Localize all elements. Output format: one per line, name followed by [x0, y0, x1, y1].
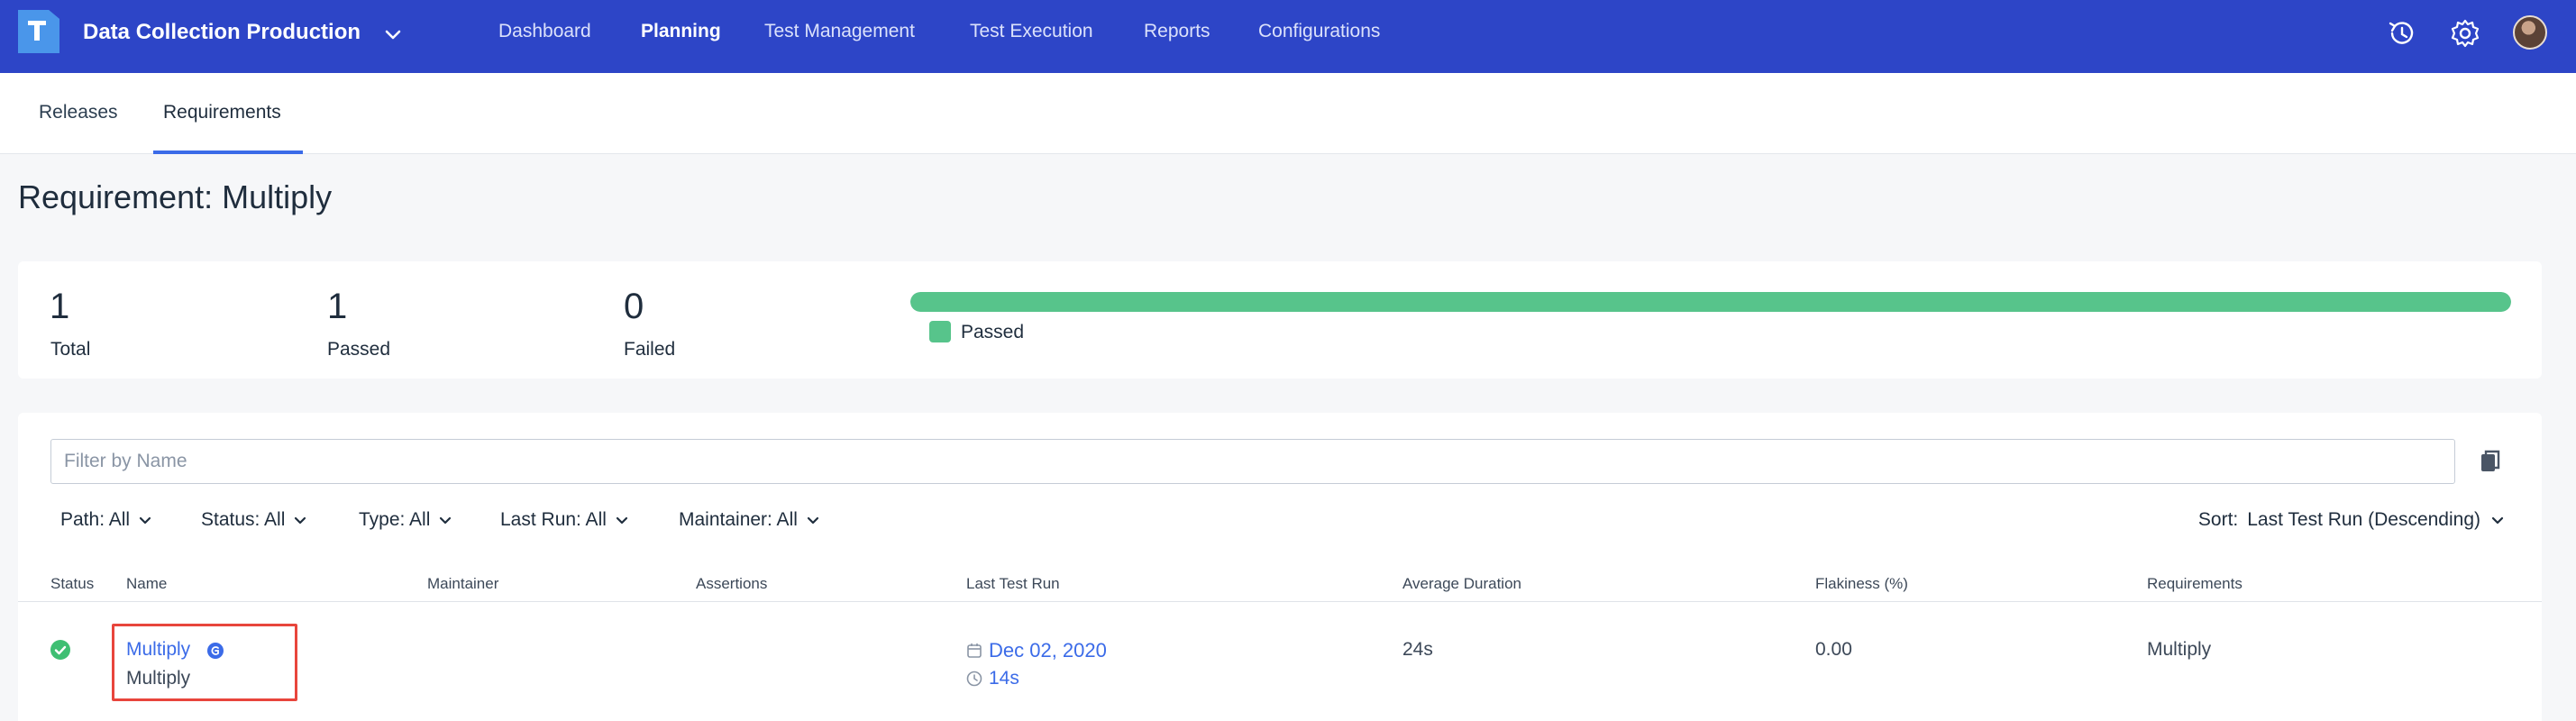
column-header-maintainer[interactable]: Maintainer [427, 575, 498, 593]
pass-progress-bar [910, 292, 2511, 312]
type-filter-dropdown[interactable]: Type: All [359, 509, 453, 531]
history-icon[interactable] [2385, 16, 2419, 50]
sort-dropdown[interactable]: Sort: Last Test Run (Descending) [2198, 509, 2506, 531]
active-tab-indicator [153, 151, 303, 154]
chevron-down-icon [139, 516, 151, 525]
sort-label: Sort: [2197, 509, 2239, 530]
maintainer-filter-dropdown[interactable]: Maintainer: All [679, 509, 821, 531]
tab-requirements[interactable]: Requirements [163, 102, 281, 123]
passed-label: Passed [327, 339, 391, 360]
summary-card: 1 Total 1 Passed 0 Failed Passed [18, 261, 2542, 379]
column-header-last-test-run[interactable]: Last Test Run [966, 575, 1060, 593]
failed-count: 0 [624, 287, 644, 326]
status-filter-dropdown[interactable]: Status: All [201, 509, 308, 531]
last-run-date-link[interactable]: Dec 02, 2020 [989, 639, 1107, 662]
failed-label: Failed [624, 339, 676, 360]
chevron-down-icon [440, 516, 452, 525]
clock-icon [966, 671, 982, 687]
column-header-assertions[interactable]: Assertions [696, 575, 767, 593]
top-nav-bar: Data Collection Production Dashboard Pla… [0, 0, 2576, 73]
nav-dashboard[interactable]: Dashboard [498, 21, 591, 42]
sub-tab-bar: Releases Requirements [0, 73, 2576, 154]
chevron-down-icon [616, 516, 628, 525]
chevron-down-icon[interactable] [382, 23, 404, 45]
nav-reports[interactable]: Reports [1144, 21, 1210, 42]
maintainer-filter-label: Maintainer: All [679, 509, 798, 530]
tab-releases[interactable]: Releases [39, 102, 118, 123]
chevron-down-icon [807, 516, 819, 525]
last-run-duration: 14s [989, 668, 1019, 689]
git-badge-icon [207, 643, 224, 659]
last-run-filter-label: Last Run: All [500, 509, 607, 530]
legend-passed-label: Passed [961, 322, 1025, 342]
path-filter-label: Path: All [60, 509, 131, 530]
filter-by-name-input[interactable] [50, 439, 2455, 484]
total-label: Total [50, 339, 91, 360]
highlight-box [112, 624, 297, 701]
table-row[interactable]: Multiply Multiply Dec 02, 2020 14s 24s 0… [18, 604, 2542, 721]
nav-configurations[interactable]: Configurations [1258, 21, 1380, 42]
test-name-subtitle: Multiply [126, 668, 191, 689]
copy-icon[interactable] [2479, 449, 2502, 474]
passed-count: 1 [327, 287, 348, 326]
project-name[interactable]: Data Collection Production [83, 20, 361, 45]
table-header: Status Name Maintainer Assertions Last T… [18, 568, 2542, 602]
column-header-name[interactable]: Name [126, 575, 167, 593]
passed-status-icon [50, 640, 70, 660]
gear-icon[interactable] [2448, 16, 2482, 50]
chevron-down-icon [295, 516, 306, 525]
requirements-cell: Multiply [2147, 639, 2212, 660]
nav-test-management[interactable]: Test Management [764, 21, 915, 42]
column-header-status[interactable]: Status [50, 575, 94, 593]
calendar-icon [967, 643, 982, 658]
column-header-flakiness[interactable]: Flakiness (%) [1815, 575, 1908, 593]
legend-passed-swatch [929, 321, 951, 342]
page-title: Requirement: Multiply [18, 178, 333, 215]
last-run-filter-dropdown[interactable]: Last Run: All [500, 509, 630, 531]
type-filter-label: Type: All [359, 509, 431, 530]
flakiness-cell: 0.00 [1815, 639, 1852, 660]
test-name-link[interactable]: Multiply [126, 639, 190, 661]
katalon-logo-icon[interactable] [18, 10, 59, 53]
chevron-down-icon [2491, 516, 2504, 525]
requirements-table-card: Path: All Status: All Type: All Last Run… [18, 413, 2542, 721]
status-filter-label: Status: All [201, 509, 286, 530]
pass-progress-fill [910, 292, 2511, 312]
column-header-average-duration[interactable]: Average Duration [1402, 575, 1521, 593]
nav-planning[interactable]: Planning [641, 21, 721, 42]
user-avatar[interactable] [2513, 15, 2547, 50]
total-count: 1 [50, 287, 70, 326]
nav-test-execution[interactable]: Test Execution [970, 21, 1093, 42]
sort-value: Last Test Run (Descending) [2247, 509, 2480, 530]
column-header-requirements[interactable]: Requirements [2147, 575, 2243, 593]
path-filter-dropdown[interactable]: Path: All [60, 509, 153, 531]
average-duration-cell: 24s [1402, 639, 1433, 660]
